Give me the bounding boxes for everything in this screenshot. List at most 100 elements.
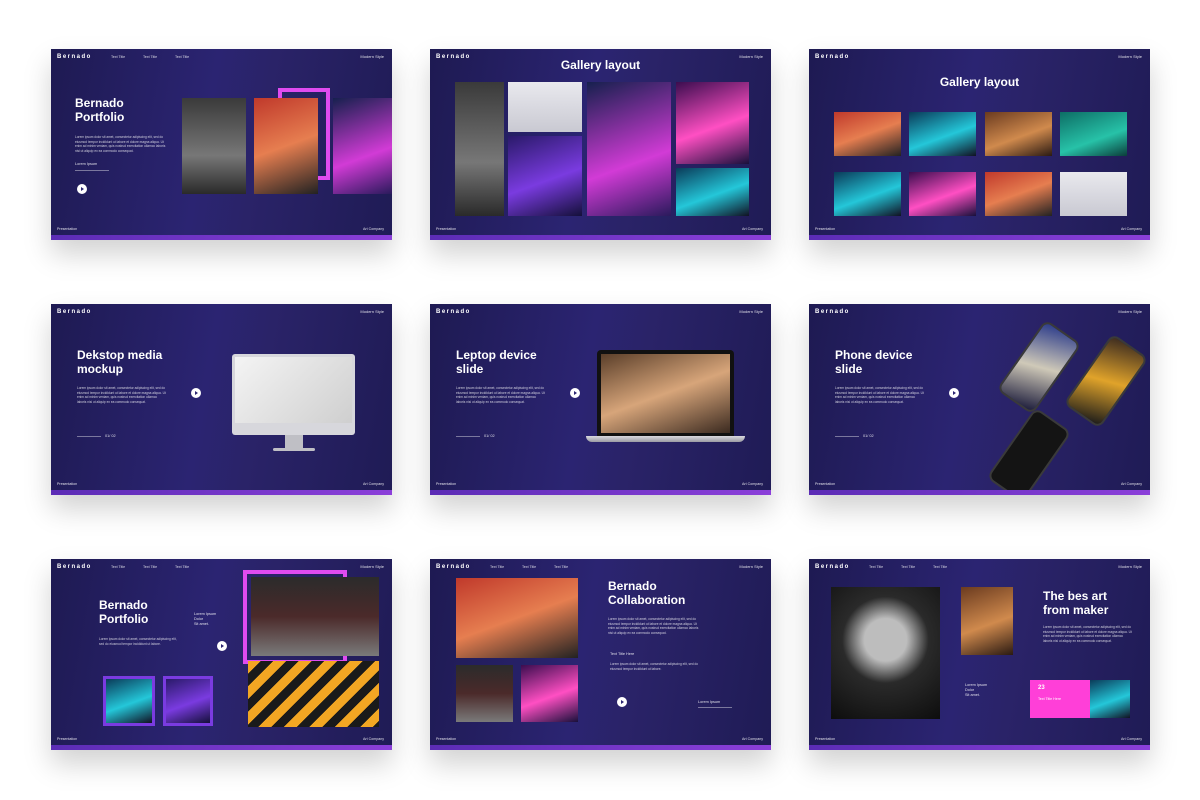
nav-item[interactable]: Text Title (175, 55, 189, 59)
nav-item[interactable]: Text Title (554, 565, 568, 569)
footer-presentation: Presentation (57, 482, 78, 486)
style-label: Modern Style (1118, 309, 1142, 314)
style-label: Modern Style (360, 564, 384, 569)
footer-company: Art Company (1121, 737, 1142, 741)
nav-item[interactable]: Text Title (490, 565, 504, 569)
divider (77, 436, 101, 437)
monitor-stand (285, 435, 303, 448)
photo-seated-man (961, 587, 1013, 655)
nav-item[interactable]: Text Title (143, 55, 157, 59)
brand-logo: Bernado (815, 564, 850, 570)
slide-title: Gallery layout (939, 75, 1020, 89)
divider (456, 436, 480, 437)
laptop-base (586, 436, 745, 442)
nav-item[interactable]: Text Title (111, 565, 125, 569)
style-label: Modern Style (1118, 54, 1142, 59)
footer-presentation: Presentation (436, 482, 457, 486)
body-text: Lorem ipsum dolor sit amet, consectetur … (608, 617, 699, 635)
photo-grid-3 (985, 112, 1052, 156)
slide-title: Phone device slide (835, 348, 913, 376)
card-number: 23 (1038, 685, 1045, 691)
nav-item[interactable]: Text Title (522, 565, 536, 569)
pink-card: 23 Text Title Here (1030, 680, 1090, 718)
style-label: Modern Style (1118, 564, 1142, 569)
photo-grid-5 (834, 172, 901, 216)
photo-grid-6 (909, 172, 976, 216)
footer-company: Art Company (1121, 227, 1142, 231)
nav-item[interactable]: Text Title (111, 55, 125, 59)
nav-item[interactable]: Text Title (901, 565, 915, 569)
brand-logo: Bernado (436, 309, 471, 315)
footer-presentation: Presentation (815, 227, 836, 231)
slide-desktop-mockup[interactable]: Bernado Modern Style Dekstop media mocku… (51, 304, 392, 495)
slide-phone-device[interactable]: Bernado Modern Style Phone device slide … (809, 304, 1150, 495)
photo-grid-1 (834, 112, 901, 156)
style-label: Modern Style (739, 564, 763, 569)
bottom-bar (430, 490, 771, 495)
bottom-bar (51, 490, 392, 495)
play-button[interactable] (191, 388, 201, 398)
divider (835, 436, 859, 437)
slide-laptop-device[interactable]: Bernado Modern Style Leptop device slide… (430, 304, 771, 495)
slide-portfolio-2[interactable]: Bernado Text Title Text Title Text Title… (51, 559, 392, 750)
style-label: Modern Style (360, 309, 384, 314)
brand-logo: Bernado (815, 54, 850, 60)
play-button[interactable] (217, 641, 227, 651)
photo-neon-woman (521, 665, 578, 722)
footer-company: Art Company (742, 482, 763, 486)
bottom-bar (809, 490, 1150, 495)
play-button[interactable] (949, 388, 959, 398)
play-button[interactable] (617, 697, 627, 707)
brand-logo: Bernado (436, 564, 471, 570)
nav-item[interactable]: Text Title (933, 565, 947, 569)
photo-grid-7 (985, 172, 1052, 216)
body-text: Lorem ipsum dolor sit amet, consectetur … (1043, 625, 1132, 643)
photo-woman-wall (455, 82, 504, 216)
photo-bw-portrait (831, 587, 940, 719)
nav-item[interactable]: Text Title (869, 565, 883, 569)
footer-company: Art Company (742, 227, 763, 231)
slide-gallery-1[interactable]: Bernado Modern Style Gallery layout Pres… (430, 49, 771, 240)
link-text[interactable]: Lorem Ipsum (698, 700, 720, 704)
style-label: Modern Style (360, 54, 384, 59)
footer-presentation: Presentation (57, 227, 78, 231)
brand-logo: Bernado (57, 309, 92, 315)
slide-title: Gallery layout (560, 58, 641, 72)
photo-headphones (508, 82, 582, 132)
nav-item[interactable]: Text Title (143, 565, 157, 569)
slide-collaboration[interactable]: Bernado Text Title Text Title Text Title… (430, 559, 771, 750)
subtitle: Lorem Ipsum (75, 162, 98, 166)
slide-best-art[interactable]: Bernado Text Title Text Title Text Title… (809, 559, 1150, 750)
bottom-bar (809, 745, 1150, 750)
nav-item[interactable]: Text Title (175, 565, 189, 569)
phone-3 (986, 407, 1072, 495)
brand-logo: Bernado (57, 564, 92, 570)
divider (698, 707, 732, 708)
photo-neon-door (103, 676, 155, 726)
play-button[interactable] (570, 388, 580, 398)
slide-title: Bernado Portfolio (99, 598, 149, 626)
body-text: Lorem ipsum dolor sit amet, consectetur … (835, 386, 924, 404)
play-button[interactable] (77, 184, 87, 194)
body-text: Lorem ipsum dolor sit amet, consectetur … (99, 637, 177, 646)
slide-gallery-2[interactable]: Bernado Modern Style Gallery layout Pres… (809, 49, 1150, 240)
slide-title: The bes art from maker (1043, 589, 1109, 617)
desktop-monitor (232, 354, 355, 435)
pager: 01/ 02 (863, 434, 874, 438)
slide-title: Leptop device slide (456, 348, 537, 376)
footer-presentation: Presentation (815, 737, 836, 741)
laptop-lid (597, 350, 734, 436)
photo-boxer (456, 578, 578, 658)
slide-title: Bernado Portfolio (75, 96, 125, 124)
slide-portfolio-1[interactable]: Bernado Text Title Text Title Text Title… (51, 49, 392, 240)
photo-woman-neon (587, 82, 671, 216)
footer-company: Art Company (363, 482, 384, 486)
brand-logo: Bernado (815, 309, 850, 315)
divider (75, 170, 109, 171)
footer-presentation: Presentation (436, 737, 457, 741)
footer-presentation: Presentation (57, 737, 78, 741)
footer-presentation: Presentation (815, 482, 836, 486)
photo-woman-sunglasses (254, 98, 318, 194)
footer-company: Art Company (363, 737, 384, 741)
footer-presentation: Presentation (436, 227, 457, 231)
